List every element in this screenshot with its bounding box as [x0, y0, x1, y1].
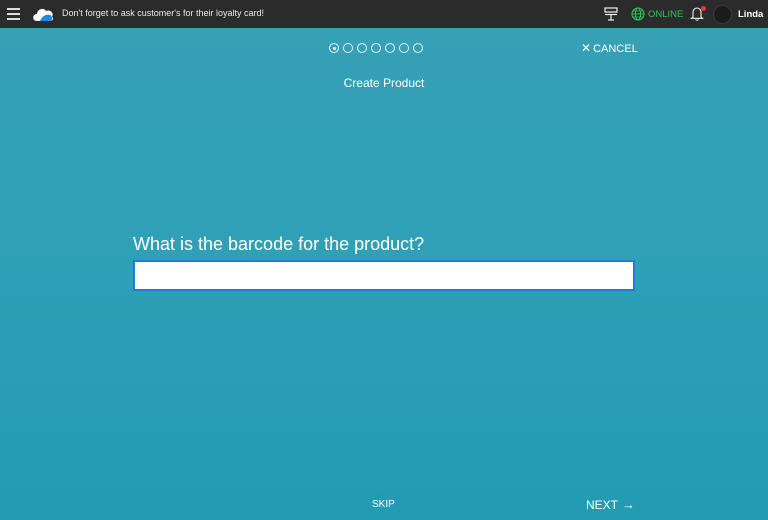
- step-dot-1: [329, 43, 339, 53]
- cancel-label: CANCEL: [593, 43, 638, 55]
- arrow-right-icon: →: [622, 497, 636, 512]
- cancel-button[interactable]: ✕ CANCEL: [581, 41, 638, 55]
- step-indicator: [329, 43, 427, 55]
- step-dot-4: [371, 43, 381, 53]
- menu-icon[interactable]: [7, 8, 20, 20]
- globe-icon: [631, 7, 645, 21]
- close-icon: ✕: [581, 41, 592, 55]
- notice-message: Don't forget to ask customer's for their…: [62, 8, 265, 18]
- barcode-input[interactable]: [133, 260, 635, 291]
- user-name[interactable]: Linda: [738, 9, 763, 20]
- step-dot-5: [385, 43, 395, 53]
- barcode-question: What is the barcode for the product?: [133, 234, 425, 254]
- avatar[interactable]: [713, 5, 732, 24]
- step-dot-6: [399, 43, 409, 53]
- top-bar: Don't forget to ask customer's for their…: [0, 0, 768, 28]
- skip-button[interactable]: SKIP: [372, 499, 395, 510]
- connection-status: ONLINE: [648, 9, 684, 20]
- step-dot-7: [413, 43, 423, 53]
- step-dot-3: [357, 43, 367, 53]
- create-product-wizard: ✕ CANCEL Create Product What is the barco…: [0, 28, 768, 520]
- cloud-logo-icon: [33, 8, 54, 21]
- notification-badge: [701, 6, 706, 11]
- register-icon[interactable]: [604, 7, 618, 21]
- step-dot-2: [343, 43, 353, 53]
- next-button[interactable]: NEXT →: [586, 497, 635, 512]
- page-title: Create Product: [343, 76, 425, 90]
- next-label: NEXT: [586, 498, 619, 512]
